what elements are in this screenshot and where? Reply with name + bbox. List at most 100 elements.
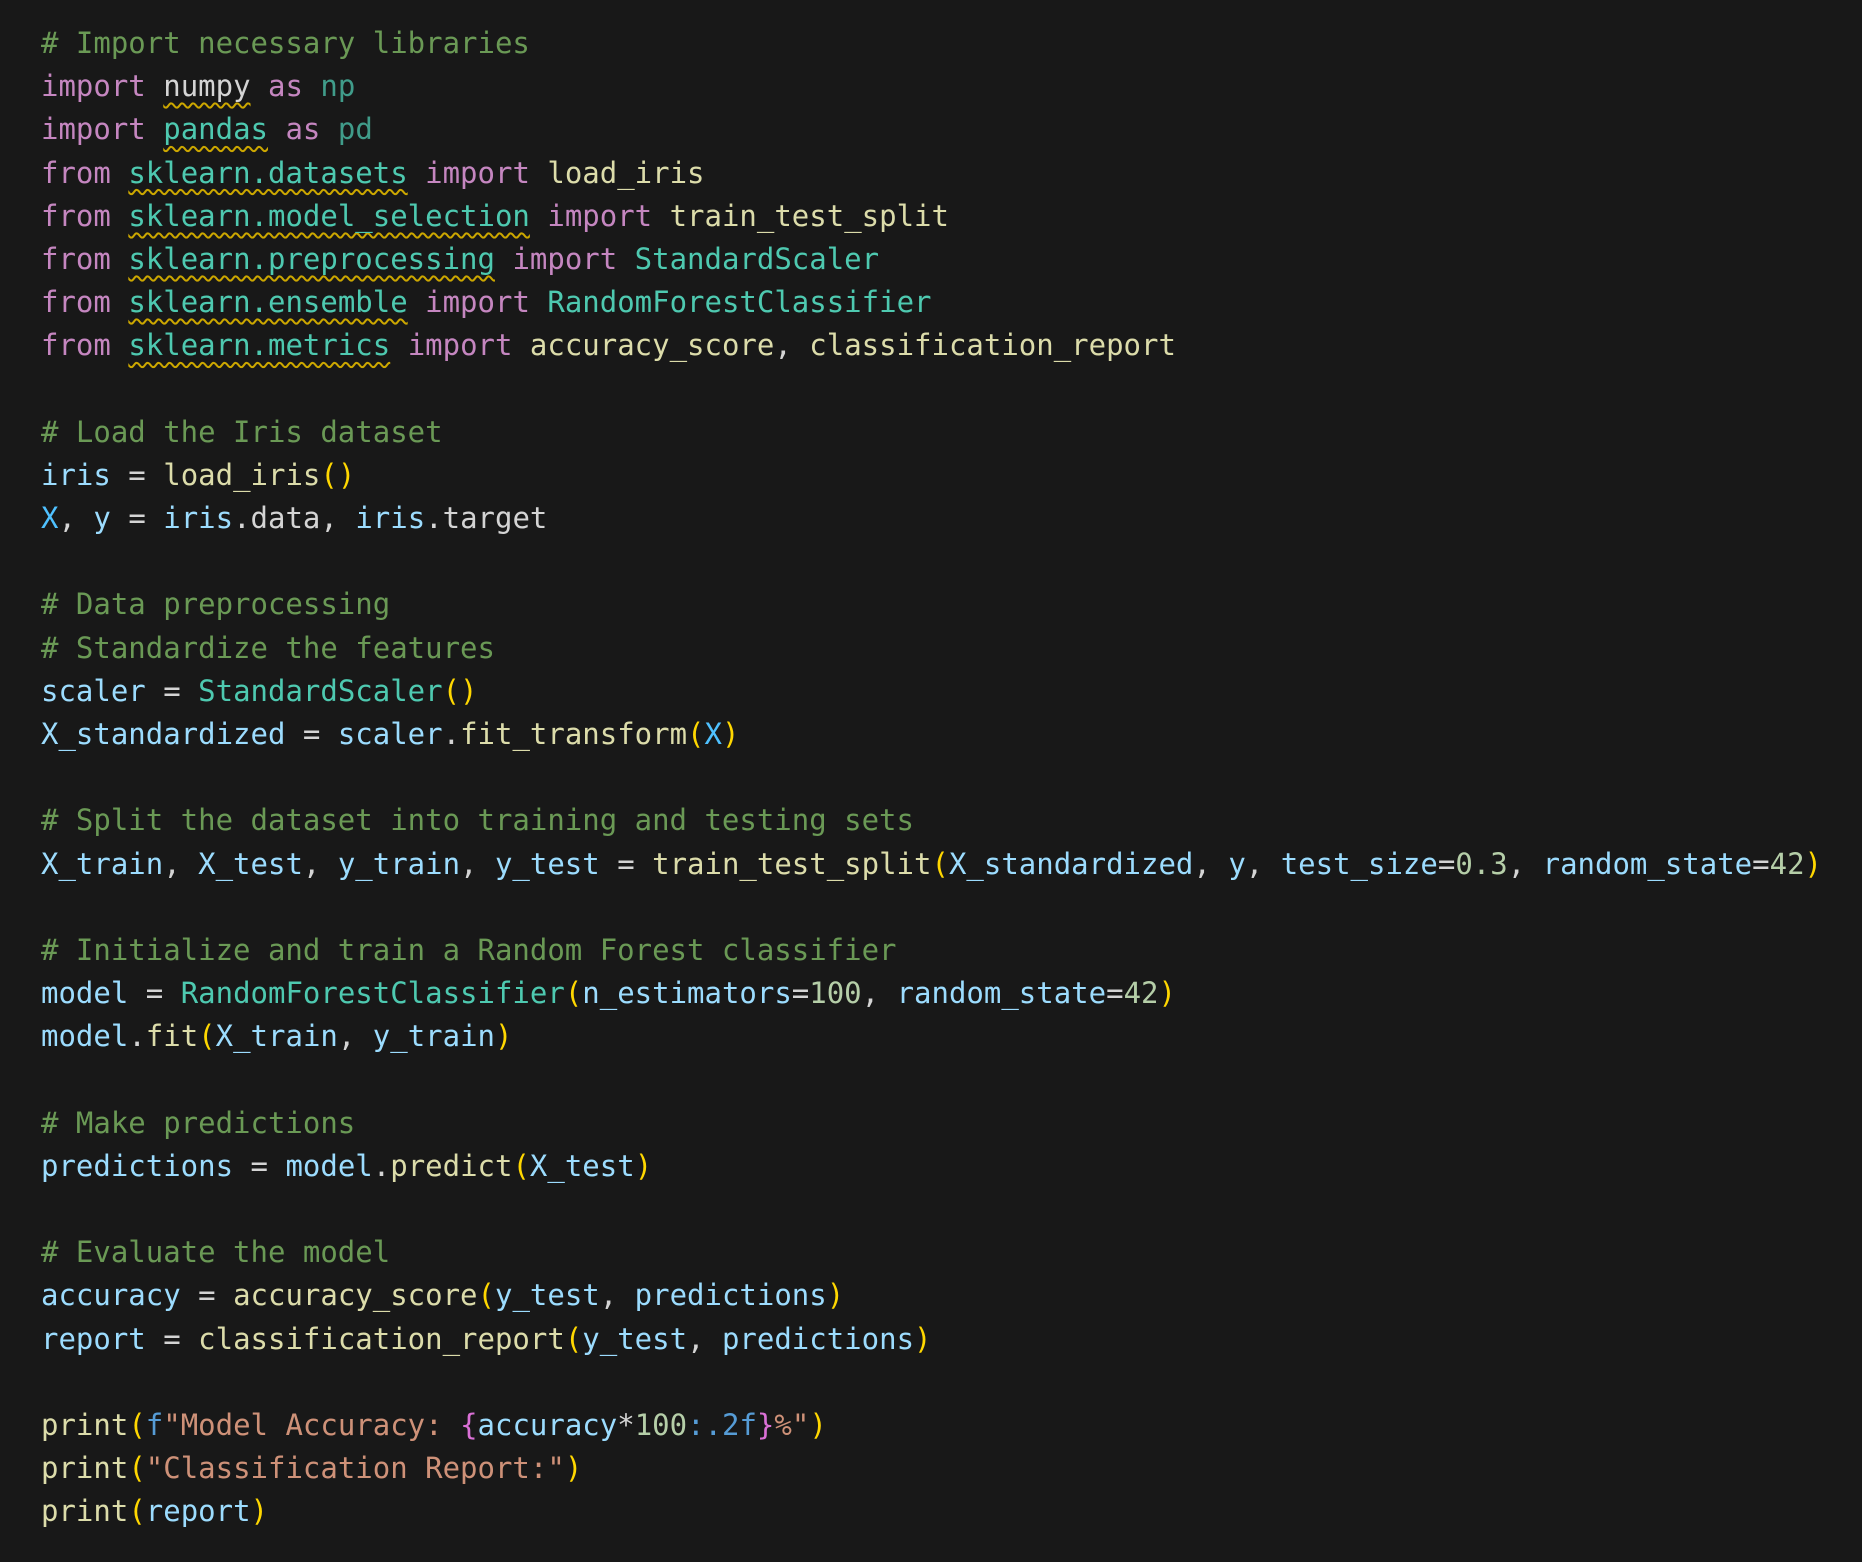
- code-line[interactable]: # Data preprocessing: [41, 583, 1862, 626]
- code-token-keyword: as: [285, 112, 321, 147]
- code-token-comment: # Standardize the features: [41, 630, 495, 665]
- code-token-paren: (: [128, 1451, 146, 1486]
- code-token-op: =: [180, 1278, 234, 1313]
- code-line[interactable]: print(report): [41, 1490, 1862, 1533]
- code-token-keyword: from: [41, 241, 111, 276]
- code-line[interactable]: # Evaluate the model: [41, 1231, 1862, 1274]
- code-line[interactable]: model.fit(X_train, y_train): [41, 1015, 1862, 1058]
- code-token-op: =: [1437, 846, 1456, 881]
- code-line[interactable]: # Split the dataset into training and te…: [41, 799, 1862, 842]
- code-line[interactable]: # Import necessary libraries: [41, 22, 1862, 65]
- code-token-var: n_estimators: [582, 976, 792, 1011]
- code-line[interactable]: from sklearn.metrics import accuracy_sco…: [41, 324, 1862, 367]
- code-token-func: accuracy_score: [529, 328, 775, 363]
- code-token-plain: ,: [302, 846, 338, 881]
- code-token-func: fit_transform: [460, 717, 688, 751]
- code-token-number: 42: [1123, 976, 1159, 1011]
- code-token-var: accuracy: [41, 1278, 181, 1313]
- code-token-func: print: [41, 1408, 129, 1442]
- code-token-alias: np: [320, 69, 356, 104]
- code-editor[interactable]: # Import necessary libraries import numpy…: [0, 0, 1862, 1562]
- code-token-keyword: from: [41, 285, 111, 320]
- code-line[interactable]: import pandas as pd: [41, 108, 1862, 151]
- code-token-keyword: from: [41, 155, 111, 190]
- code-token-var: y_test: [582, 1321, 688, 1356]
- code-token-plain: ,: [1507, 846, 1543, 881]
- code-line[interactable]: from sklearn.preprocessing import Standa…: [41, 238, 1862, 281]
- code-token-op: =: [599, 846, 653, 881]
- code-line[interactable]: X_standardized = scaler.fit_transform(X): [41, 713, 1862, 756]
- code-token-plain: ,: [774, 328, 810, 363]
- code-line[interactable]: [41, 1361, 1862, 1404]
- code-token-func: print: [41, 1451, 129, 1486]
- code-token-op: =: [1106, 976, 1124, 1011]
- code-token-paren: ): [634, 1148, 653, 1183]
- code-line[interactable]: # Standardize the features: [41, 627, 1862, 670]
- code-line[interactable]: [41, 756, 1862, 799]
- code-line[interactable]: import numpy as np: [41, 65, 1862, 108]
- code-token-plain: ,: [861, 976, 897, 1011]
- code-token-op: =: [110, 501, 164, 536]
- code-token-number: 100: [634, 1408, 688, 1442]
- code-token-comment: # Load the Iris dataset: [41, 414, 443, 449]
- code-token-func: load_iris: [163, 457, 321, 492]
- code-token-var: model: [285, 1148, 373, 1183]
- code-line[interactable]: iris = load_iris(): [41, 454, 1862, 497]
- code-line[interactable]: X_train, X_test, y_train, y_test = train…: [41, 843, 1862, 886]
- code-token-var: y_train: [337, 846, 461, 881]
- code-line[interactable]: accuracy = accuracy_score(y_test, predic…: [41, 1274, 1862, 1317]
- code-line[interactable]: [41, 540, 1862, 583]
- code-token-var: test_size: [1280, 846, 1438, 881]
- code-token-paren: (: [198, 1019, 216, 1054]
- code-line[interactable]: [41, 1188, 1862, 1231]
- code-token-keyword: import: [547, 198, 653, 233]
- code-line[interactable]: # Make predictions: [41, 1102, 1862, 1145]
- code-token-var: predictions: [634, 1278, 827, 1313]
- code-line[interactable]: report = classification_report(y_test, p…: [41, 1318, 1862, 1361]
- code-token-op: =: [285, 717, 338, 751]
- code-line[interactable]: from sklearn.ensemble import RandomFores…: [41, 281, 1862, 324]
- code-token-op: =: [128, 976, 181, 1011]
- code-token-var: random_state: [1542, 846, 1753, 881]
- code-token-comment: # Data preprocessing: [41, 587, 391, 622]
- code-token-var: iris: [163, 501, 234, 536]
- code-token-number: 100: [809, 976, 862, 1011]
- code-token-var: predictions: [721, 1321, 915, 1356]
- code-token-op: =: [791, 976, 810, 1011]
- code-line[interactable]: [41, 886, 1862, 929]
- code-token-keyword: from: [41, 198, 111, 233]
- code-line[interactable]: model = RandomForestClassifier(n_estimat…: [41, 972, 1862, 1015]
- code-token-var: y: [93, 501, 111, 536]
- code-line[interactable]: from sklearn.datasets import load_iris: [41, 152, 1862, 195]
- code-token-module2: sklearn.ensemble: [128, 285, 408, 320]
- code-line[interactable]: predictions = model.predict(X_test): [41, 1145, 1862, 1188]
- code-line[interactable]: from sklearn.model_selection import trai…: [41, 195, 1862, 238]
- code-line[interactable]: [41, 368, 1862, 411]
- code-line[interactable]: # Initialize and train a Random Forest c…: [41, 929, 1862, 972]
- code-line[interactable]: [41, 1059, 1862, 1102]
- code-token-func: fit: [145, 1019, 199, 1054]
- code-token-var: model: [41, 1019, 129, 1054]
- code-token-paren: ): [495, 1019, 513, 1054]
- code-line[interactable]: print(f"Model Accuracy: {accuracy*100:.2…: [41, 1404, 1862, 1447]
- code-line[interactable]: X, y = iris.data, iris.target: [41, 497, 1862, 540]
- code-line[interactable]: # Load the Iris dataset: [41, 411, 1862, 454]
- code-line[interactable]: print("Classification Report:"): [41, 1447, 1862, 1490]
- code-token-var: X_train: [215, 1019, 338, 1054]
- code-token-op: *: [617, 1408, 635, 1442]
- code-token-var: X_test: [198, 846, 303, 881]
- code-token-paren: ): [721, 717, 740, 751]
- code-line[interactable]: scaler = StandardScaler(): [41, 670, 1862, 713]
- code-token-string: "Model Accuracy:: [163, 1408, 461, 1442]
- code-token-paren: (: [128, 1494, 146, 1529]
- code-token-keyword: import: [41, 112, 146, 147]
